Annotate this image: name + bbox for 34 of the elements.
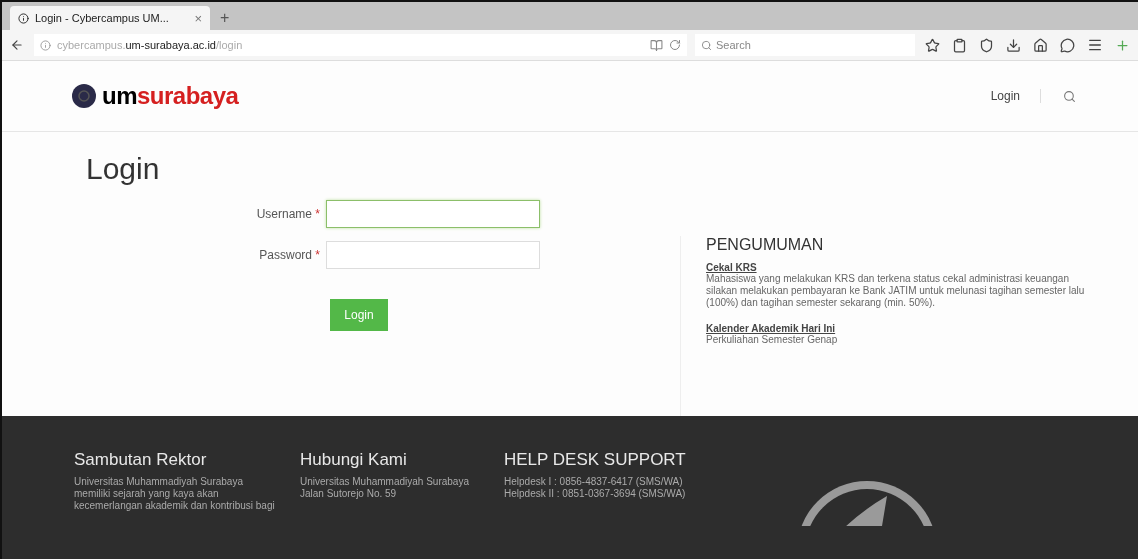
logo-icon xyxy=(72,84,96,108)
logo-text: umsurabaya xyxy=(102,82,239,110)
footer-text: Helpdesk I : 0856-4837-6417 (SMS/WA) xyxy=(504,476,684,488)
page-title: Login xyxy=(86,152,161,186)
footer-text: Helpdesk II : 0851-0367-3694 (SMS/WA) xyxy=(504,488,687,500)
footer-text: memiliki sejarah yang kaya akan xyxy=(74,488,220,500)
footer-text: kecemerlangan akademik dan kontribusi bagi xyxy=(74,500,276,512)
new-tab-button[interactable]: + xyxy=(216,6,234,30)
announcement-title: PENGUMUMAN xyxy=(706,236,825,254)
close-button[interactable]: × xyxy=(194,10,202,26)
search-icon xyxy=(701,39,712,51)
back-icon[interactable] xyxy=(10,38,24,52)
footer-heading: Hubungi Kami xyxy=(300,450,408,470)
address-field[interactable]: cybercampus.um-surabaya.ac.id/login xyxy=(34,34,687,56)
reload-icon[interactable] xyxy=(669,39,681,51)
browser-tab[interactable]: Login - Cybercampus UM... × xyxy=(10,6,210,30)
site-icon xyxy=(18,12,29,24)
input-field[interactable] xyxy=(326,241,540,269)
footer-text: Universitas Muhammadiyah Surabaya xyxy=(74,476,244,488)
footer-text: Jalan Sutorejo No. 59 xyxy=(300,488,398,500)
field-label: Username * xyxy=(255,207,320,221)
input-field[interactable] xyxy=(326,200,540,228)
announcement-link[interactable]: Kalender Akademik Hari Ini xyxy=(706,323,1086,334)
footer-heading: Sambutan Rektor xyxy=(74,450,208,470)
search-field[interactable]: Search xyxy=(695,34,915,56)
field-label: Password * xyxy=(258,248,320,262)
announcement-text: Perkuliahan Semester Genap xyxy=(706,334,839,346)
announcement-text: Mahasiswa yang melakukan KRS dan terkena status cekal administrasi keuangan silakan melakukan pembayaran ke Bank JATIM untuk melunasi tagihan semester lalu (100%) dan tagihan semester sekarang (min. 50%). xyxy=(706,273,1086,309)
tab-title: Login - Cybercampus UM... xyxy=(35,12,170,24)
nav-link[interactable]: Login xyxy=(990,89,1041,103)
reader-icon[interactable] xyxy=(650,38,663,52)
announcement-link[interactable]: Cekal KRS xyxy=(706,262,1086,273)
footer-text: Universitas Muhammadiyah Surabaya xyxy=(300,476,470,488)
footer-heading: HELP DESK SUPPORT xyxy=(504,450,687,470)
